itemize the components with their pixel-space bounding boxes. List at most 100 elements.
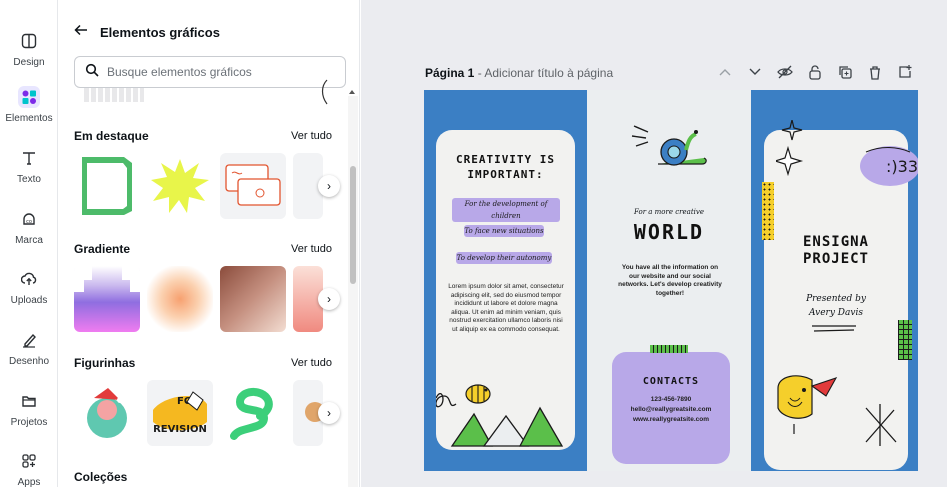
featured-burst-thumb[interactable] <box>147 153 213 219</box>
rail-draw[interactable]: Desenho <box>0 329 58 367</box>
section-title: Coleções <box>74 470 128 484</box>
rail-label: Uploads <box>10 295 48 306</box>
brand-icon: co <box>18 208 40 230</box>
scroll-thumb[interactable] <box>350 166 356 284</box>
sticker-santa-thumb[interactable] <box>74 380 140 446</box>
draw-icon <box>18 329 40 351</box>
section-title: Gradiente <box>74 242 131 256</box>
gradient-next-button[interactable]: › <box>318 288 340 310</box>
middle-body: You have all the information on our webs… <box>618 264 722 297</box>
chevron-right-icon: › <box>327 179 331 193</box>
rail-label: Projetos <box>10 417 48 428</box>
section-stickers-head: Figurinhas Ver tudo <box>74 356 332 370</box>
rail-label: Desenho <box>8 356 50 367</box>
folder-icon <box>18 390 40 412</box>
page-title-placeholder[interactable]: - Adicionar título à página <box>474 66 613 80</box>
rail-text[interactable]: Texto <box>0 147 58 185</box>
project-heading-line-2: PROJECT <box>802 251 869 267</box>
chevron-down-icon[interactable] <box>747 64 763 80</box>
sticker-revision-thumb[interactable]: FORREVISION <box>147 380 213 446</box>
contact-phone: 123-456-7890 <box>650 396 692 403</box>
apps-icon <box>18 450 40 472</box>
rail-uploads[interactable]: Uploads <box>0 268 58 306</box>
brochure-canvas[interactable]: CREATIVITY IS IMPORTANT: For the develop… <box>424 90 918 471</box>
gradient-glow-thumb[interactable] <box>147 266 213 332</box>
duplicate-icon[interactable] <box>837 64 853 80</box>
panel-scrollbar[interactable] <box>348 90 358 487</box>
yellow-tape-1 <box>762 182 774 240</box>
rail-label: Texto <box>17 174 41 185</box>
panel-title: Elementos gráficos <box>100 24 220 40</box>
rail-apps[interactable]: Apps <box>0 450 58 487</box>
rail-label: Elementos <box>5 113 53 124</box>
pill-3: To develop their autonomy <box>456 252 552 264</box>
section-featured-head: Em destaque Ver tudo <box>74 129 332 143</box>
panel-header: Elementos gráficos <box>74 22 220 42</box>
chevron-right-icon: › <box>327 406 331 420</box>
green-tape <box>898 320 912 360</box>
trash-icon[interactable] <box>867 64 883 80</box>
featured-cards-thumb[interactable] <box>220 153 286 219</box>
project-heading: ENSIGNA PROJECT <box>764 234 908 268</box>
rail-design[interactable]: Design <box>0 30 58 68</box>
pill-2: To face new situations <box>464 225 544 237</box>
left-body-text: Lorem ipsum dolor sit amet, consectetur … <box>448 283 564 333</box>
page-title-bar[interactable]: Página 1 - Adicionar título à página <box>425 66 613 80</box>
rail-label: Marca <box>15 235 43 246</box>
search-input[interactable] <box>107 65 327 79</box>
stickers-next-button[interactable]: › <box>318 402 340 424</box>
pill-1: For the development of children <box>452 198 560 222</box>
rail-label: Apps <box>17 477 41 487</box>
back-arrow-icon[interactable] <box>74 23 88 41</box>
featured-next-button[interactable]: › <box>318 175 340 197</box>
page-label: Página 1 <box>425 66 475 80</box>
section-title: Em destaque <box>74 129 149 143</box>
gradient-brown-thumb[interactable] <box>220 266 286 332</box>
see-all-link[interactable]: Ver tudo <box>291 243 332 255</box>
layout-icon <box>18 30 40 52</box>
featured-frame-thumb[interactable] <box>74 153 140 219</box>
squiggle-thumb <box>321 79 328 105</box>
underline-scribble <box>812 325 856 332</box>
tagline: For a more creative <box>634 208 704 216</box>
purple-blob-illustration: :)33 <box>860 146 918 186</box>
project-heading-line-1: ENSIGNA <box>802 234 869 250</box>
section-gradient-head: Gradiente Ver tudo <box>74 242 332 256</box>
gradient-bars-thumb[interactable] <box>74 266 140 332</box>
see-all-link[interactable]: Ver tudo <box>291 130 332 142</box>
section-collections-head: Coleções <box>74 470 332 484</box>
rail-brand[interactable]: co Marca <box>0 208 58 246</box>
see-all-link[interactable]: Ver tudo <box>291 357 332 369</box>
elements-icon <box>18 86 40 108</box>
left-heading-line-2: IMPORTANT: <box>467 168 544 181</box>
chevron-right-icon: › <box>327 292 331 306</box>
snail-illustration <box>631 125 707 166</box>
contact-email: hello@reallygreatsite.com <box>630 406 712 413</box>
hide-icon[interactable] <box>777 64 793 80</box>
contacts-tape <box>650 345 688 353</box>
rail-label: Design <box>13 57 45 68</box>
search-icon <box>85 63 99 82</box>
rail-elements[interactable]: Elementos <box>0 86 58 124</box>
contact-site: www.reallygreatsite.com <box>633 416 709 423</box>
add-page-icon[interactable] <box>897 64 913 80</box>
upload-icon <box>18 268 40 290</box>
lock-icon[interactable] <box>807 64 823 80</box>
rail-projects[interactable]: Projetos <box>0 390 58 428</box>
left-rail: Design Elementos Texto co Marca Uploads … <box>0 0 58 487</box>
author-name: Avery Davis <box>809 308 863 318</box>
sticker-text-bottom: REVISION <box>153 424 207 435</box>
svg-text:co: co <box>26 219 32 225</box>
contacts-title: CONTACTS <box>642 376 700 387</box>
left-heading: CREATIVITY IS IMPORTANT: <box>436 152 575 182</box>
chevron-up-icon[interactable] <box>717 64 733 80</box>
canvas-area: Página 1 - Adicionar título à página CRE… <box>361 0 947 487</box>
search-box[interactable] <box>74 56 346 88</box>
scroll-up-icon[interactable] <box>349 90 355 94</box>
section-title: Figurinhas <box>74 356 136 370</box>
sticker-spiral-thumb[interactable] <box>220 380 286 446</box>
page-toolbar <box>717 64 913 80</box>
elements-panel: Elementos gráficos Em destaque Ver tudo … <box>58 0 360 487</box>
left-heading-line-1: CREATIVITY IS <box>455 153 556 166</box>
text-icon <box>18 147 40 169</box>
